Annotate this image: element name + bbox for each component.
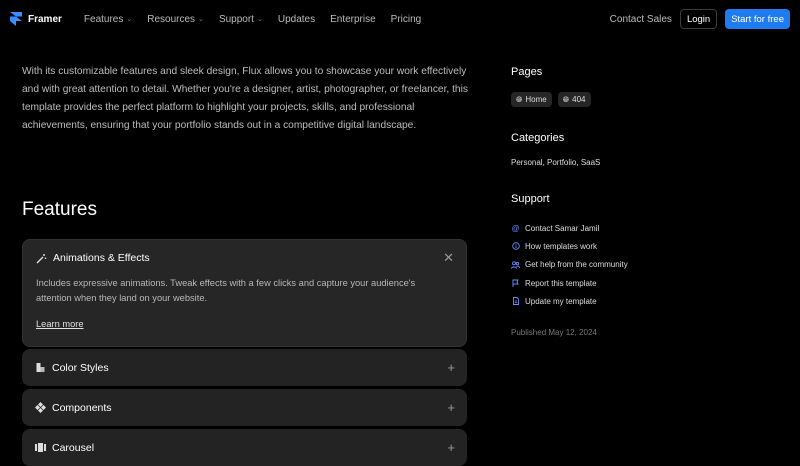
- features-heading: Features: [22, 199, 97, 220]
- plus-icon[interactable]: +: [447, 400, 455, 415]
- support-heading: Support: [511, 193, 550, 205]
- support-item-how-templates-work[interactable]: How templates work: [511, 237, 628, 255]
- intro-paragraph: With its customizable features and sleek…: [22, 66, 468, 131]
- carousel-icon: [34, 442, 46, 454]
- nav-features[interactable]: Features ⌄: [84, 14, 132, 25]
- published-date: Published May 12, 2024: [511, 328, 597, 337]
- accordion-header[interactable]: Animations & Effects ✕: [23, 240, 466, 276]
- accordion-item-color-styles[interactable]: Color Styles +: [22, 349, 467, 386]
- nav-updates[interactable]: Updates: [278, 14, 315, 25]
- community-icon: [511, 260, 520, 269]
- brand[interactable]: Framer: [10, 12, 62, 26]
- pages-list: 🌐︎ Home 🌐︎ 404: [511, 92, 591, 107]
- accordion-label: Color Styles: [52, 361, 109, 374]
- categories-heading: Categories: [511, 132, 565, 144]
- brand-name: Framer: [28, 13, 62, 25]
- support-label: Get help from the community: [525, 260, 628, 270]
- flag-icon: [511, 279, 520, 288]
- nav-actions: Contact Sales Login Start for free: [610, 9, 790, 29]
- top-navigation: Framer Features ⌄ Resources ⌄ Support ⌄ Upd…: [0, 0, 800, 38]
- chevron-down-icon: ⌄: [256, 16, 263, 23]
- magic-wand-icon: [35, 252, 47, 264]
- paint-bucket-icon: [34, 362, 46, 374]
- nav-pricing[interactable]: Pricing: [391, 14, 422, 25]
- accordion-item-carousel[interactable]: Carousel +: [22, 429, 467, 466]
- start-for-free-button[interactable]: Start for free: [725, 9, 790, 29]
- plus-icon[interactable]: +: [447, 440, 455, 455]
- globe-icon: 🌐︎: [516, 94, 523, 104]
- login-button[interactable]: Login: [679, 9, 718, 29]
- page-pill-home[interactable]: 🌐︎ Home: [511, 92, 552, 107]
- accordion-label: Animations & Effects: [53, 252, 150, 264]
- nav-updates-label: Updates: [277, 13, 316, 25]
- accordion-label: Components: [52, 401, 112, 414]
- nav-features-label: Features: [83, 13, 124, 25]
- nav-support[interactable]: Support ⌄: [219, 14, 263, 25]
- support-item-update[interactable]: Update my template: [511, 292, 628, 310]
- support-item-contact[interactable]: @ Contact Samar Jamil: [511, 219, 628, 237]
- support-item-community[interactable]: Get help from the community: [511, 256, 628, 274]
- support-label: Report this template: [525, 278, 597, 288]
- framer-logo-icon: [10, 12, 22, 26]
- learn-more-link[interactable]: Learn more: [36, 319, 84, 329]
- support-label: Contact Samar Jamil: [525, 223, 600, 233]
- categories-list[interactable]: Personal, Portfolio, SaaS: [511, 158, 600, 167]
- pages-heading: Pages: [511, 66, 543, 78]
- nav-enterprise[interactable]: Enterprise: [330, 14, 376, 25]
- globe-icon: 🌐︎: [562, 94, 570, 104]
- nav-links: Features ⌄ Resources ⌄ Support ⌄ Updates En…: [84, 14, 436, 25]
- chevron-down-icon: ⌄: [126, 16, 133, 23]
- nav-enterprise-label: Enterprise: [330, 13, 376, 25]
- nav-resources[interactable]: Resources ⌄: [147, 14, 204, 25]
- page-pill-label: Home: [525, 95, 547, 104]
- contact-sales-link[interactable]: Contact Sales: [610, 14, 672, 25]
- accordion-label: Carousel: [52, 441, 95, 454]
- accordion-body: Includes expressive animations. Tweak ef…: [36, 278, 416, 303]
- info-icon: [511, 242, 520, 251]
- main-content: With its customizable features and sleek…: [22, 63, 468, 466]
- close-icon[interactable]: ✕: [443, 250, 454, 266]
- chevron-down-icon: ⌄: [198, 16, 204, 23]
- accordion-item-components[interactable]: Components +: [22, 389, 467, 426]
- page-pill-404[interactable]: 🌐︎ 404: [557, 92, 591, 107]
- nav-support-label: Support: [218, 13, 254, 25]
- document-icon: [511, 297, 520, 306]
- nav-resources-label: Resources: [147, 13, 196, 25]
- page-pill-label: 404: [572, 95, 586, 104]
- support-list: @ Contact Samar Jamil How templates work …: [511, 219, 628, 310]
- accordion-item-animations: Animations & Effects ✕ Includes expressi…: [22, 239, 467, 347]
- components-icon: [34, 402, 46, 414]
- support-item-report[interactable]: Report this template: [511, 274, 628, 292]
- support-label: Update my template: [525, 296, 597, 306]
- at-icon: @: [511, 223, 520, 233]
- plus-icon[interactable]: +: [447, 360, 455, 375]
- support-label: How templates work: [525, 241, 598, 251]
- nav-pricing-label: Pricing: [390, 13, 422, 25]
